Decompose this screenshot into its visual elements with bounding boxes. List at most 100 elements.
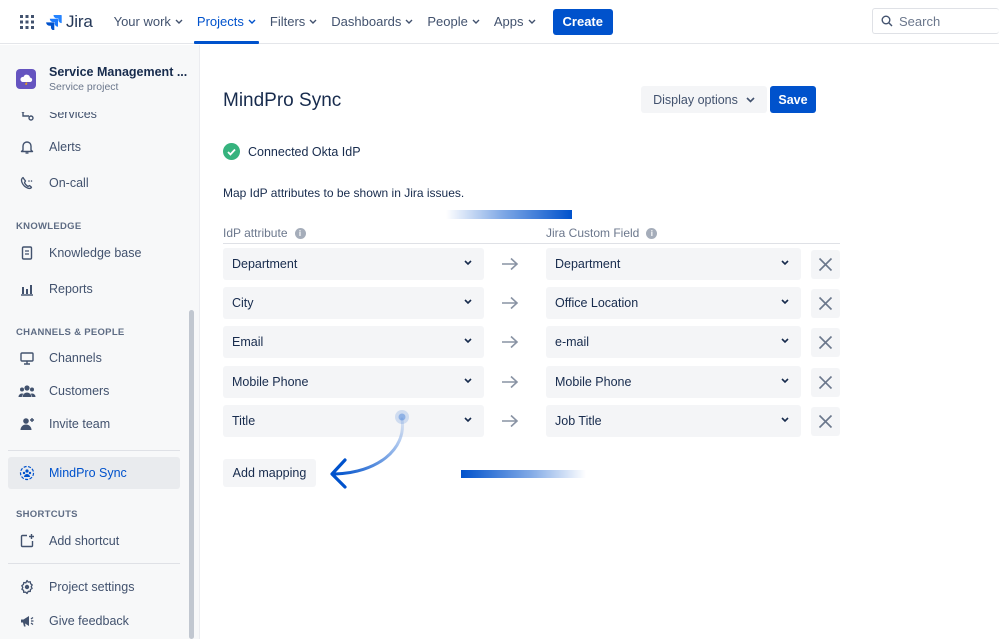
jira-logo-text: Jira (66, 11, 93, 31)
app-switcher-icon[interactable] (12, 7, 42, 37)
sidebar-divider (8, 563, 180, 564)
nav-projects[interactable]: Projects (190, 0, 263, 44)
nav-apps[interactable]: Apps (487, 0, 543, 44)
chevron-down-icon (248, 19, 256, 24)
mapping-row: Mobile Phone Mobile Phone (223, 366, 840, 398)
sidebar-item-channels-label: Channels (49, 351, 102, 365)
sidebar-item-give-feedback-label: Give feedback (49, 614, 129, 628)
remove-mapping-button[interactable] (811, 250, 840, 279)
sidebar-item-project-settings-label: Project settings (49, 580, 135, 594)
remove-mapping-button[interactable] (811, 289, 840, 318)
remove-mapping-button[interactable] (811, 407, 840, 436)
check-circle-icon (223, 143, 240, 160)
section-channels-people: CHANNELS & PEOPLE (16, 327, 125, 338)
display-options-button[interactable]: Display options (641, 86, 767, 113)
search-placeholder: Search (899, 13, 941, 29)
jira-field-select[interactable]: e-mail (546, 326, 801, 358)
nav-your-work[interactable]: Your work (107, 0, 190, 44)
nav-people[interactable]: People (420, 0, 486, 44)
chevron-down-icon (781, 417, 789, 423)
nav-people-label: People (427, 14, 468, 29)
mapping-row: City Office Location (223, 287, 840, 319)
info-icon[interactable]: i (646, 227, 658, 239)
sidebar-scrollbar[interactable] (189, 310, 194, 639)
chevron-down-icon (781, 378, 789, 384)
arrow-right-icon (502, 375, 519, 389)
chevron-down-icon (746, 96, 755, 103)
decorative-gradient-bar (461, 470, 586, 478)
sidebar-item-services[interactable]: Services (8, 112, 180, 130)
remove-mapping-button[interactable] (811, 328, 840, 357)
sidebar-item-customers-label: Customers (49, 384, 110, 398)
info-icon[interactable]: i (294, 227, 306, 239)
sidebar-item-invite-team-label: Invite team (49, 417, 111, 431)
sidebar-item-channels[interactable]: Channels (8, 342, 180, 374)
idp-attribute-select[interactable]: Email (223, 326, 484, 358)
gear-icon (18, 578, 36, 596)
sidebar-item-knowledge-base[interactable]: Knowledge base (8, 237, 180, 269)
nav-dashboards[interactable]: Dashboards (324, 0, 420, 44)
jira-field-select[interactable]: Mobile Phone (546, 366, 801, 398)
sidebar-item-services-label: Services (49, 112, 97, 121)
sidebar-item-give-feedback[interactable]: Give feedback (8, 605, 180, 637)
sidebar-item-project-settings[interactable]: Project settings (8, 571, 180, 603)
chevron-down-icon (464, 338, 472, 344)
curved-arrow-icon (330, 410, 409, 489)
sidebar-item-invite-team[interactable]: Invite team (8, 408, 180, 440)
column-header-jira-label: Jira Custom Field (546, 226, 640, 240)
project-header[interactable]: Service Management ... Service project (0, 45, 200, 112)
create-button[interactable]: Create (552, 8, 613, 35)
sidebar: Service Management ... Service project S… (0, 45, 200, 639)
mapping-row: Department Department (223, 248, 840, 280)
jira-logo[interactable]: Jira (46, 12, 93, 32)
header-divider (223, 243, 840, 244)
sidebar-item-reports[interactable]: Reports (8, 273, 180, 305)
jira-field-select[interactable]: Department (546, 248, 801, 280)
add-person-icon (18, 415, 36, 433)
idp-attribute-select[interactable]: City (223, 287, 484, 319)
column-header-idp: IdP attribute i (223, 226, 306, 240)
chevron-down-icon (781, 338, 789, 344)
idp-attribute-select[interactable]: Mobile Phone (223, 366, 484, 398)
nav-projects-label: Projects (196, 14, 244, 29)
search-input[interactable]: Search (872, 8, 999, 34)
jira-field-select[interactable]: Office Location (546, 287, 801, 319)
save-button[interactable]: Save (770, 86, 816, 113)
sidebar-item-knowledge-base-label: Knowledge base (49, 246, 142, 260)
section-shortcuts: SHORTCUTS (16, 509, 78, 520)
decorative-gradient-bar (446, 210, 572, 219)
arrow-right-icon (502, 414, 519, 428)
sidebar-item-alerts-label: Alerts (49, 140, 81, 154)
search-icon (881, 15, 893, 27)
chevron-down-icon (528, 19, 536, 24)
nav-dashboards-label: Dashboards (331, 14, 402, 29)
idp-attribute-select[interactable]: Department (223, 248, 484, 280)
jira-field-value: Office Location (555, 296, 639, 310)
chevron-down-icon (175, 19, 183, 24)
idp-attribute-value: Email (232, 335, 264, 349)
sidebar-item-alerts[interactable]: Alerts (8, 131, 180, 163)
sidebar-item-mindpro-sync[interactable]: MindPro Sync (8, 457, 180, 489)
connection-status: Connected Okta IdP (223, 143, 361, 160)
arrow-right-icon (502, 335, 519, 349)
sidebar-item-add-shortcut[interactable]: Add shortcut (8, 525, 180, 557)
sidebar-item-oncall[interactable]: On-call (8, 167, 180, 199)
arrow-right-icon (502, 257, 519, 271)
jira-field-select[interactable]: Job Title (546, 405, 801, 437)
services-icon (18, 112, 36, 123)
chevron-down-icon (464, 378, 472, 384)
add-mapping-button[interactable]: Add mapping (223, 459, 316, 487)
sidebar-divider (8, 450, 180, 451)
cloud-icon (20, 74, 33, 85)
column-header-idp-label: IdP attribute (223, 226, 288, 240)
nav-filters[interactable]: Filters (263, 0, 324, 44)
sidebar-item-reports-label: Reports (49, 282, 93, 296)
chevron-down-icon (405, 19, 413, 24)
section-knowledge: KNOWLEDGE (16, 221, 82, 232)
sidebar-item-customers[interactable]: Customers (8, 375, 180, 407)
display-options-label: Display options (653, 92, 738, 107)
remove-mapping-button[interactable] (811, 368, 840, 397)
add-shortcut-icon (18, 532, 36, 550)
chevron-down-icon (472, 19, 480, 24)
mapping-description: Map IdP attributes to be shown in Jira i… (223, 186, 465, 200)
